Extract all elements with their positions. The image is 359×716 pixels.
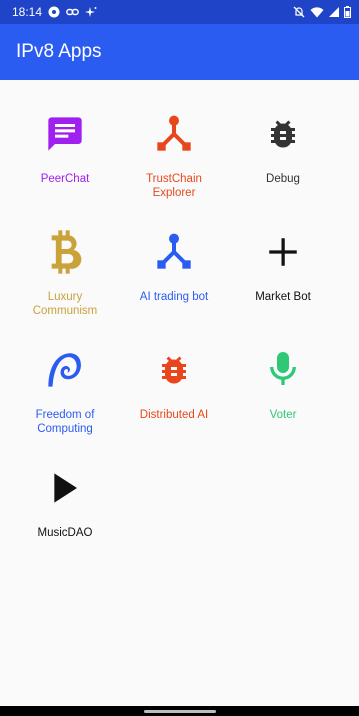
- app-label: TrustChain Explorer: [146, 173, 202, 199]
- home-handle[interactable]: [143, 709, 216, 713]
- app-tile-musicdao[interactable]: MusicDAO: [12, 458, 118, 558]
- wifi-icon: [310, 6, 324, 18]
- status-time: 18:14: [12, 5, 43, 19]
- bug-icon: [261, 112, 305, 156]
- link-icon: [66, 7, 79, 17]
- app-tile-trustchain-explorer[interactable]: TrustChain Explorer: [121, 104, 227, 204]
- chat-icon: [43, 112, 87, 156]
- app-tile-freedom-of-computing[interactable]: Freedom of Computing: [12, 340, 118, 440]
- network-icon: [152, 112, 196, 156]
- app-tile-peerchat[interactable]: PeerChat: [12, 104, 118, 204]
- app-label: Distributed AI: [139, 409, 209, 421]
- app-label: PeerChat: [40, 173, 90, 185]
- app-tile-distributed-ai[interactable]: Distributed AI: [121, 340, 227, 440]
- mute-icon: [293, 6, 305, 18]
- app-tile-debug[interactable]: Debug: [230, 104, 336, 204]
- navigation-bar: [0, 706, 359, 716]
- app-label: MusicDAO: [37, 527, 93, 539]
- signal-icon: [329, 7, 339, 17]
- app-label: AI trading bot: [139, 291, 209, 303]
- microphone-icon: [261, 348, 305, 392]
- app-label: Market Bot: [255, 291, 311, 303]
- bug-icon: [152, 348, 196, 392]
- swirl-icon: [43, 348, 87, 392]
- network-icon: [152, 230, 196, 274]
- app-tile-luxury-communism[interactable]: Luxury Communism: [12, 222, 118, 322]
- app-label: Freedom of Computing: [35, 409, 95, 435]
- app-tile-market-bot[interactable]: Market Bot: [230, 222, 336, 322]
- app-bar: IPv8 Apps: [0, 24, 359, 80]
- app-label: Voter: [269, 409, 297, 421]
- sparkle-icon: [85, 6, 97, 18]
- app-label: Debug: [266, 173, 300, 185]
- notification-dot-icon: [48, 6, 60, 18]
- bitcoin-icon: [43, 230, 87, 274]
- app-tile-ai-trading-bot[interactable]: AI trading bot: [121, 222, 227, 322]
- app-tile-voter[interactable]: Voter: [230, 340, 336, 440]
- apps-grid: PeerChat TrustChain Explorer Debug Luxur…: [12, 104, 348, 558]
- battery-icon: [344, 6, 351, 18]
- app-label: Luxury Communism: [32, 291, 98, 317]
- play-icon: [43, 466, 87, 510]
- plus-icon: [261, 230, 305, 274]
- status-bar: 18:14: [0, 0, 359, 24]
- app-bar-title: IPv8 Apps: [16, 41, 102, 62]
